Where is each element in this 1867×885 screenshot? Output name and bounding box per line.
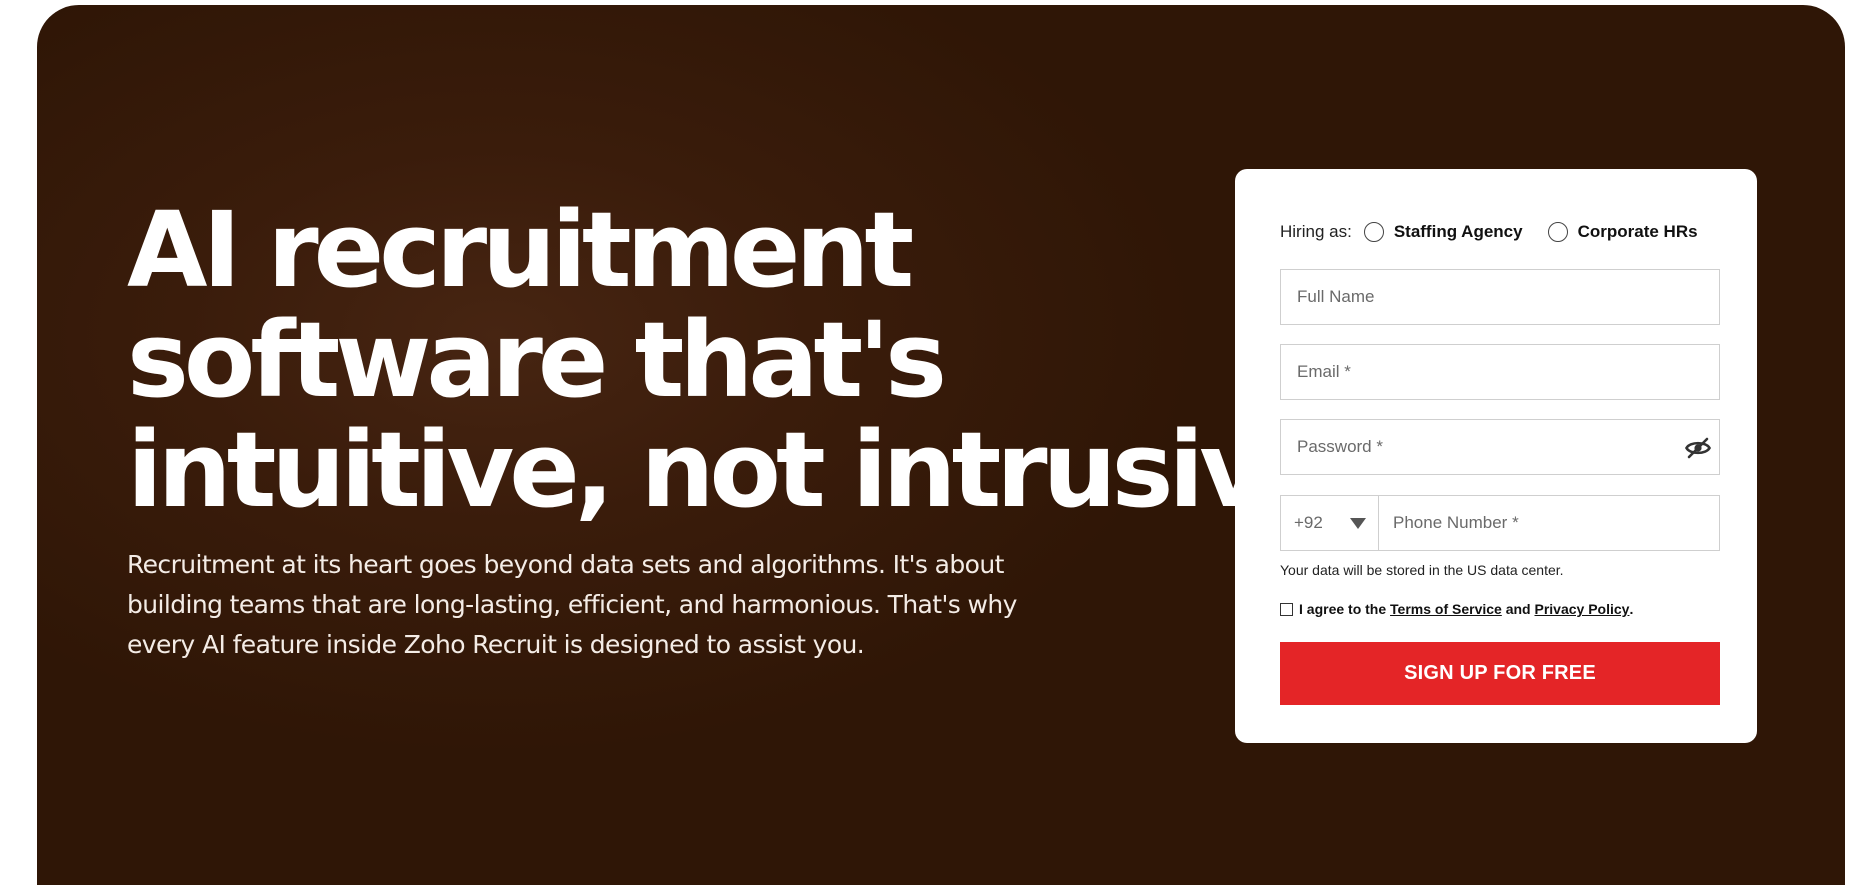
phone-number-input[interactable]: Phone Number * [1379, 513, 1519, 533]
headline-line-3: intuitive, not intrusive [127, 409, 1333, 531]
radio-staffing-agency[interactable]: Staffing Agency [1363, 222, 1523, 242]
radio-corporate-hrs[interactable]: Corporate HRs [1547, 222, 1698, 242]
hero-description: Recruitment at its heart goes beyond dat… [127, 545, 1027, 665]
privacy-policy-link[interactable]: Privacy Policy [1535, 601, 1630, 617]
email-field[interactable]: Email * [1280, 344, 1720, 400]
password-placeholder: Password * [1297, 437, 1383, 456]
description-line-2: building teams that are long-lasting, ef… [127, 590, 1017, 619]
agree-prefix: I agree to the [1299, 601, 1391, 617]
description-line-3: every AI feature inside Zoho Recruit is … [127, 630, 865, 659]
agree-suffix: . [1629, 601, 1634, 617]
hiring-as-group: Hiring as: Staffing Agency Corporate HRs [1280, 222, 1723, 242]
sign-up-button[interactable]: SIGN UP FOR FREE [1280, 642, 1720, 705]
terms-of-service-link[interactable]: Terms of Service [1390, 601, 1502, 617]
hero-headline: AI recruitment software that's intuitive… [127, 189, 1333, 531]
full-name-placeholder: Full Name [1297, 287, 1375, 306]
headline-line-2: software that's [127, 299, 947, 421]
password-field[interactable]: Password * [1280, 419, 1720, 475]
caret-down-icon [1350, 517, 1366, 529]
agree-and: and [1501, 601, 1535, 617]
eye-slash-icon[interactable] [1685, 436, 1711, 460]
terms-agreement: I agree to the Terms of Service and Priv… [1280, 601, 1633, 617]
radio-circle-staffing-agency[interactable] [1363, 222, 1384, 242]
country-code-select[interactable]: +92 [1281, 496, 1379, 550]
radio-label-corporate-hrs[interactable]: Corporate HRs [1578, 222, 1698, 242]
country-code-value: +92 [1294, 513, 1323, 532]
email-placeholder: Email * [1297, 362, 1351, 381]
phone-field-group: +92 Phone Number * [1280, 495, 1720, 551]
full-name-field[interactable]: Full Name [1280, 269, 1720, 325]
radio-circle-corporate-hrs[interactable] [1547, 222, 1568, 242]
headline-line-1: AI recruitment [127, 189, 914, 311]
hiring-as-label: Hiring as: [1280, 222, 1352, 241]
data-center-note: Your data will be stored in the US data … [1280, 562, 1564, 578]
radio-label-staffing-agency[interactable]: Staffing Agency [1394, 222, 1523, 242]
description-line-1: Recruitment at its heart goes beyond dat… [127, 550, 1004, 579]
terms-checkbox[interactable] [1280, 602, 1293, 616]
signup-form: Hiring as: Staffing Agency Corporate HRs… [1235, 169, 1757, 743]
